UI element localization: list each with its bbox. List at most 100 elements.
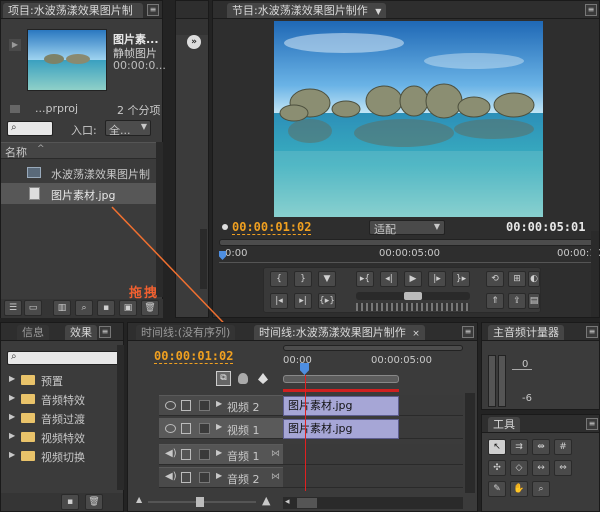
track-name: 视频 1 [227,424,260,437]
meter-zero-line [512,369,532,370]
zoom-thumb-icon[interactable] [196,497,204,507]
close-icon[interactable]: × [412,329,420,339]
track-name: 音频 2 [227,473,260,486]
folder-label: 预置 [41,375,63,388]
timeline-current-time[interactable]: 00:00:01:02 [154,349,234,364]
track-name: 视频 2 [227,401,260,414]
clip-video-1[interactable]: 图片素材.jpg [283,419,399,439]
eye-icon[interactable] [165,401,176,410]
lock-toggle[interactable] [199,423,210,434]
effects-search-input[interactable]: ⌕ [7,351,119,365]
hand-tool-icon[interactable]: ✋ [510,481,528,497]
effects-folder-row[interactable]: ▶ 视频特效 [1,428,117,447]
effects-folder-row[interactable]: ▶ 音频过渡 [1,409,117,428]
effects-tabbar: 信息 效果 ≡ [1,323,123,341]
timeline-v-scrollbar[interactable] [465,393,475,493]
zoom-tool-icon[interactable]: ⌕ [532,481,550,497]
folder-icon [21,432,35,442]
work-area-bar[interactable] [283,375,399,383]
panel-menu-icon[interactable]: ≡ [586,418,598,430]
track-lane-audio-1[interactable] [283,444,463,465]
effects-folder-row[interactable]: ▶ 音频特效 [1,390,117,409]
timeline-h-scrollbar[interactable]: ◂ [283,497,463,509]
render-bar [283,389,399,392]
panel-menu-icon[interactable]: ≡ [586,326,598,338]
lock-toggle[interactable] [199,449,210,460]
effects-panel: 信息 效果 ≡ ⌕ ▶ 预置 ▶ 音频特效 ▶ 音频过渡 ▶ 视频特效 ▶ 视频… [0,322,124,512]
folder-icon [21,413,35,423]
meter-tabbar: 主音频计量器 ≡ [482,323,599,341]
ripple-edit-tool-icon[interactable]: ⇹ [532,439,550,455]
track-select-tool-icon[interactable]: ⇉ [510,439,528,455]
expand-arrow-icon[interactable]: ▶ [9,374,15,383]
lock-toggle[interactable] [199,472,210,483]
timeline-zoom-bar[interactable] [283,345,463,351]
add-marker-icon[interactable] [258,373,268,384]
tab-timeline-empty[interactable]: 时间线:(没有序列) [136,325,236,340]
slip-tool-icon[interactable]: ↔ [532,460,550,476]
effects-scrollbar[interactable] [117,345,124,490]
expand-arrow-icon[interactable]: ▶ [216,471,222,480]
expand-arrow-icon[interactable]: ▶ [216,399,222,408]
marker-bulb-icon[interactable] [238,373,248,384]
expand-arrow-icon[interactable]: ▶ [9,393,15,402]
expand-arrow-icon[interactable]: ▶ [216,448,222,457]
tab-effects[interactable]: 效果 [65,325,97,340]
lock-toggle[interactable] [199,400,210,411]
razor-tool-icon[interactable]: ◇ [510,460,528,476]
expand-arrow-icon[interactable]: ▶ [9,431,15,440]
waveform-icon[interactable] [181,449,191,460]
snap-icon[interactable]: ⧉ [216,371,231,386]
zoom-out-icon[interactable]: ▲ [136,495,142,504]
folder-icon [21,394,35,404]
meter-bar-left [488,355,496,407]
timeline-playhead-icon[interactable] [300,363,309,375]
effects-folder-row[interactable]: ▶ 视频切换 [1,447,117,466]
trash-icon[interactable]: 🗑 [85,494,103,510]
folder-label: 音频过渡 [41,413,85,426]
expand-arrow-icon[interactable]: ▶ [9,450,15,459]
clip-video-2[interactable]: 图片素材.jpg [283,396,399,416]
folder-label: 音频特效 [41,394,85,407]
folder-icon [21,375,35,385]
track-header-audio-2[interactable]: ◀) ▶ 音频 2 [159,467,283,488]
scroll-left-icon[interactable]: ◂ [285,497,290,507]
filmstrip-icon[interactable] [181,423,191,434]
effects-list: ▶ 预置 ▶ 音频特效 ▶ 音频过渡 ▶ 视频特效 ▶ 视频切换 [1,371,117,491]
speaker-icon[interactable]: ◀) [165,471,177,482]
speaker-icon[interactable]: ◀) [165,448,177,459]
eye-icon[interactable] [165,424,176,433]
folder-icon [21,451,35,461]
rolling-edit-tool-icon[interactable]: # [554,439,572,455]
track-header-audio-1[interactable]: ◀) ▶ 音频 1 [159,444,283,465]
new-bin-icon[interactable]: ▪ [61,494,79,510]
track-lane-audio-2[interactable] [283,467,463,488]
scroll-thumb[interactable] [297,498,317,508]
track-header-video-2[interactable]: ▶ 视频 2 [159,395,283,416]
slide-tool-icon[interactable]: ⇔ [554,460,572,476]
tab-audio-meter[interactable]: 主音频计量器 [488,325,564,340]
expand-arrow-icon[interactable]: ▶ [9,412,15,421]
filmstrip-icon[interactable] [181,400,191,411]
zoom-in-icon[interactable]: ▲ [262,494,270,507]
panel-menu-icon[interactable]: ≡ [99,326,111,338]
tab-timeline-active[interactable]: 时间线:水波荡漾效果图片制作 × [254,325,425,340]
meter-bar-right [498,355,506,407]
meter-minus6-label: -6 [522,393,532,404]
waveform-icon[interactable] [181,472,191,483]
rate-stretch-tool-icon[interactable]: ✣ [488,460,506,476]
expand-arrow-icon[interactable]: ▶ [216,422,222,431]
audio-sync-icon: ⋈ [271,472,280,482]
effects-folder-row[interactable]: ▶ 预置 [1,371,117,390]
panel-menu-icon[interactable]: ≡ [462,326,474,338]
pen-tool-icon[interactable]: ✎ [488,481,506,497]
tools-panel: 工具 ≡ ↖ ⇉ ⇹ # ✣ ◇ ↔ ⇔ ✎ ✋ ⌕ [481,414,600,512]
track-name: 音频 1 [227,450,260,463]
tab-info[interactable]: 信息 [17,325,49,340]
selection-tool-icon[interactable]: ↖ [488,439,506,455]
audio-sync-icon: ⋈ [271,449,280,459]
timeline-zoom-slider[interactable]: ▲ ▲ [136,494,272,507]
track-header-video-1[interactable]: ▶ 视频 1 [159,418,283,439]
tab-tools[interactable]: 工具 [488,417,520,432]
effects-bottom-toolbar: ▪ 🗑 [1,493,123,511]
